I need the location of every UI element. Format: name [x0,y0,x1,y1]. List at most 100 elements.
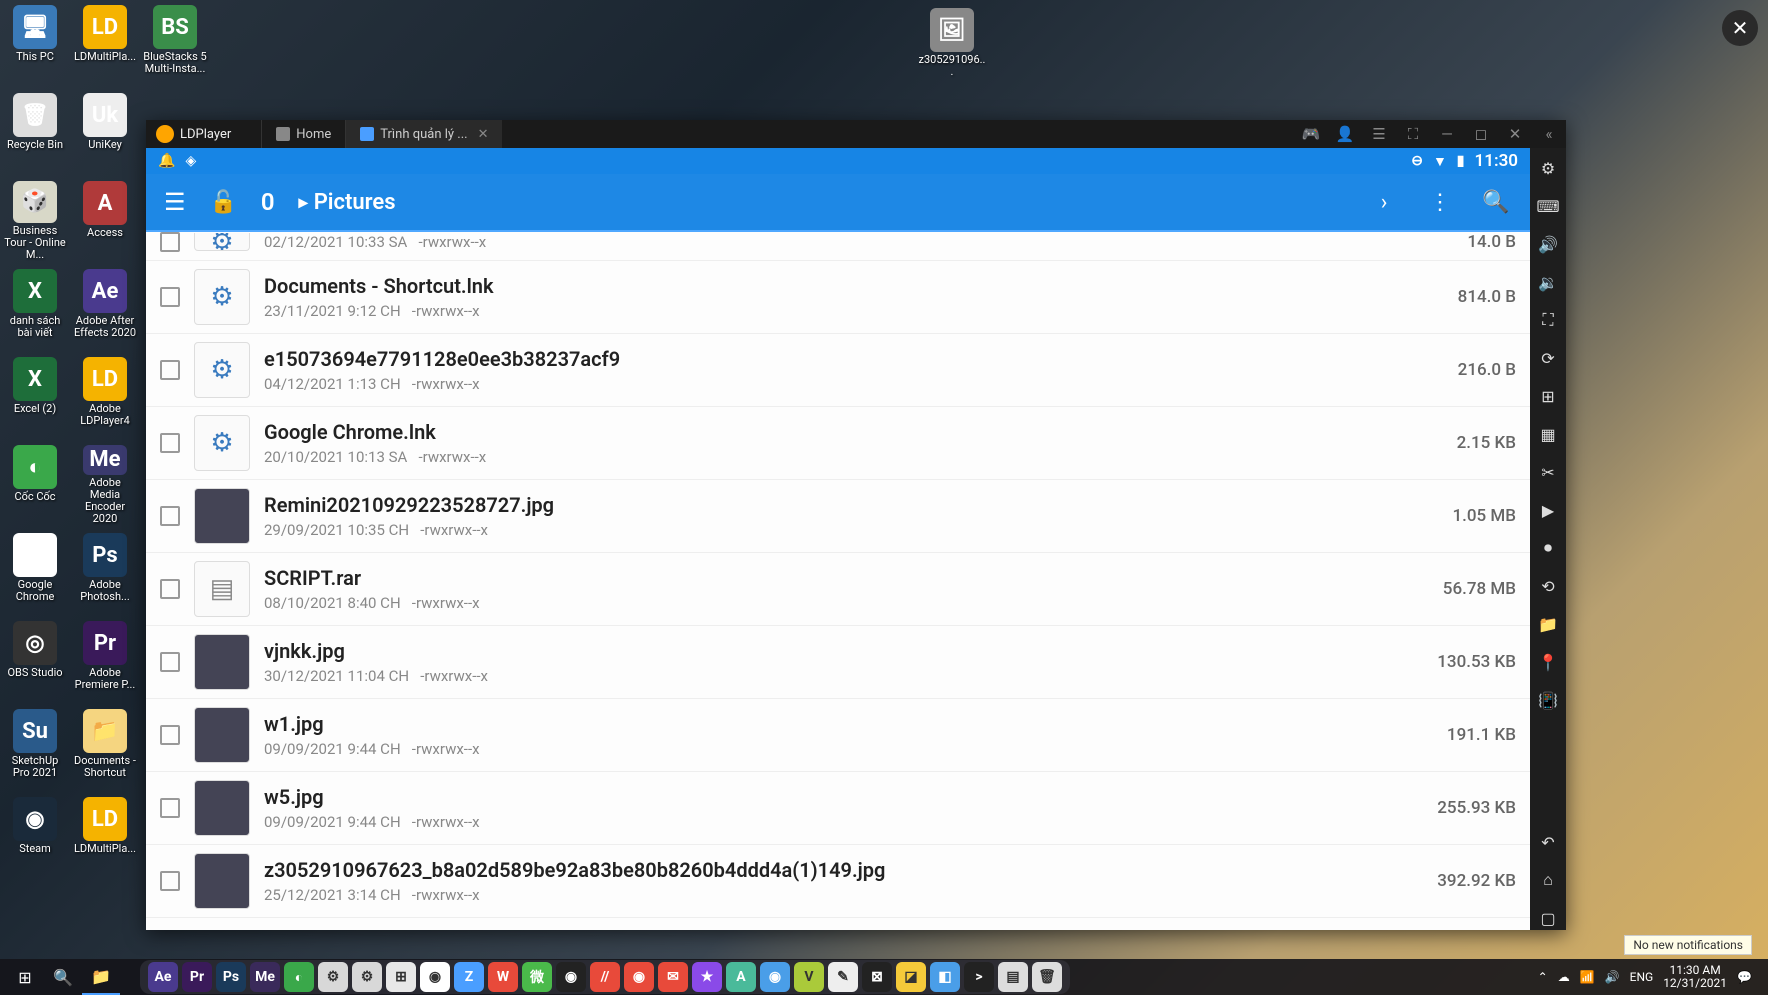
file-checkbox[interactable] [160,232,180,252]
desktop-icon-z305[interactable]: 🖼 z305291096... [920,8,984,88]
dock-app[interactable]: ⊠ [862,962,892,992]
dock-app[interactable]: 微 [522,962,552,992]
tray-chevron-up-icon[interactable]: ⌃ [1538,970,1548,984]
file-checkbox[interactable] [160,798,180,818]
desktop-icon[interactable]: 🗑Recycle Bin [3,93,67,173]
desktop-icon[interactable]: BSBlueStacks 5 Multi-Insta... [143,5,207,85]
play-icon[interactable]: ▶ [1536,498,1560,522]
close-button[interactable]: ✕ [1498,120,1532,148]
file-checkbox[interactable] [160,579,180,599]
file-checkbox[interactable] [160,725,180,745]
home-nav-icon[interactable]: ⌂ [1536,868,1560,892]
dock-app[interactable]: Pr [182,962,212,992]
desktop-icon[interactable]: XExcel (2) [3,357,67,437]
fullscreen2-icon[interactable]: ⛶ [1536,308,1560,332]
dock-app[interactable]: ◧ [930,962,960,992]
search-button[interactable]: 🔍 [1480,190,1512,215]
desktop-icon[interactable]: PsAdobe Photosh... [73,533,137,613]
desktop-icon[interactable]: 🎲Business Tour - Online M... [3,181,67,261]
dock-app[interactable]: ▤ [998,962,1028,992]
dock-app[interactable]: ◉ [420,962,450,992]
dock-app[interactable]: Ae [148,962,178,992]
multi-icon[interactable]: ⊞ [1536,384,1560,408]
sync-icon[interactable]: ⟳ [1536,346,1560,370]
file-row[interactable]: w1.jpg 09/09/2021 9:44 CH -rwxrwx--x 191… [146,699,1530,772]
close-overlay-button[interactable]: ✕ [1722,10,1758,46]
dock-app[interactable]: ✎ [828,962,858,992]
desktop-icon[interactable]: LDLDMultiPla... [73,797,137,877]
explorer-taskbar[interactable]: 📁 [82,959,120,995]
desktop-icon[interactable]: AeAdobe After Effects 2020 [73,269,137,349]
file-row[interactable]: w5.jpg 09/09/2021 9:44 CH -rwxrwx--x 255… [146,772,1530,845]
tray-onedrive-icon[interactable]: ☁ [1558,970,1570,984]
dock-app[interactable]: Z [454,962,484,992]
file-checkbox[interactable] [160,287,180,307]
dock-app[interactable]: ◉ [556,962,586,992]
volume-up-icon[interactable]: 🔊 [1536,232,1560,256]
lock-icon[interactable]: 🔓 [210,190,237,215]
tray-volume-icon[interactable]: 🔊 [1605,970,1620,984]
menu-icon[interactable]: ☰ [1362,120,1396,148]
dock-app[interactable]: ⊞ [386,962,416,992]
keyboard-icon[interactable]: ▦ [1536,422,1560,446]
volume-down-icon[interactable]: 🔉 [1536,270,1560,294]
tab-file-manager[interactable]: Trình quản lý ... ✕ [345,120,502,148]
maximize-button[interactable]: ◻ [1464,120,1498,148]
dock-app[interactable]: ◐ [284,962,314,992]
dock-app[interactable]: ⚙ [352,962,382,992]
folder2-icon[interactable]: 📁 [1536,612,1560,636]
forward-button[interactable]: › [1368,190,1400,215]
file-row[interactable]: ⚙ Google Chrome.lnk 20/10/2021 10:13 SA … [146,407,1530,480]
gamepad-icon[interactable]: 🎮 [1294,120,1328,148]
dock-app[interactable]: ★ [692,962,722,992]
file-row[interactable]: z3052910967623_b8a02d589be92a83be80b8260… [146,845,1530,918]
desktop-icon[interactable]: ◎OBS Studio [3,621,67,701]
file-row[interactable]: ⚙ 02/12/2021 10:33 SA -rwxrwx--x 14.0 B [146,232,1530,261]
account-icon[interactable]: 👤 [1328,120,1362,148]
desktop-icon[interactable]: 🖥This PC [3,5,67,85]
desktop-icon[interactable]: SuSketchUp Pro 2021 [3,709,67,789]
dock-app[interactable]: ✉ [658,962,688,992]
file-row[interactable]: vjnkk.jpg 30/12/2021 11:04 CH -rwxrwx--x… [146,626,1530,699]
desktop-icon[interactable]: MeAdobe Media Encoder 2020 [73,445,137,525]
tray-network-icon[interactable]: 📶 [1580,970,1595,984]
minimize-button[interactable]: — [1430,120,1464,148]
hamburger-menu[interactable]: ☰ [164,188,186,216]
desktop-icon[interactable]: PrAdobe Premiere P... [73,621,137,701]
file-row[interactable]: ⚙ e15073694e7791128e0ee3b38237acf9 04/12… [146,334,1530,407]
dock-app[interactable]: W [488,962,518,992]
file-list[interactable]: ⚙ 02/12/2021 10:33 SA -rwxrwx--x 14.0 B … [146,232,1530,930]
desktop-icon[interactable]: Xdanh sách bài viết [3,269,67,349]
dock-app[interactable]: Ps [216,962,246,992]
fullscreen-icon[interactable]: ⛶ [1396,120,1430,148]
dock-app[interactable]: V [794,962,824,992]
tray-notifications-icon[interactable]: 💬 [1737,970,1752,984]
file-checkbox[interactable] [160,652,180,672]
settings-icon[interactable]: ⚙ [1536,156,1560,180]
dock-app[interactable]: A [726,962,756,992]
dock-app[interactable]: ◪ [896,962,926,992]
desktop-icon[interactable]: LDAdobe LDPlayer4 [73,357,137,437]
dock-app[interactable]: // [590,962,620,992]
tray-clock[interactable]: 11:30 AM 12/31/2021 [1663,964,1727,990]
dock-app[interactable]: ◉ [760,962,790,992]
file-checkbox[interactable] [160,871,180,891]
desktop-icon[interactable]: UkUniKey [73,93,137,173]
more-options-button[interactable]: ⋮ [1424,190,1456,215]
file-checkbox[interactable] [160,360,180,380]
file-row[interactable]: ⚙ Documents - Shortcut.lnk 23/11/2021 9:… [146,261,1530,334]
tab-home[interactable]: Home [261,120,345,148]
desktop-icon[interactable]: ◉Steam [3,797,67,877]
desktop-icon[interactable]: LDLDMultiPla... [73,5,137,85]
start-button[interactable]: ⊞ [6,959,44,995]
tray-language[interactable]: ENG [1630,970,1654,984]
file-row[interactable]: ▤ SCRIPT.rar 08/10/2021 8:40 CH -rwxrwx-… [146,553,1530,626]
dock-app[interactable]: ◉ [624,962,654,992]
dock-app[interactable]: > [964,962,994,992]
desktop-icon[interactable]: 📁Documents - Shortcut [73,709,137,789]
shake-icon[interactable]: 📳 [1536,688,1560,712]
desktop-icon[interactable]: ◉Google Chrome [3,533,67,613]
desktop-icon[interactable]: ◐Cốc Cốc [3,445,67,525]
dock-app[interactable]: 🗑 [1032,962,1062,992]
dock-app[interactable]: ⚙ [318,962,348,992]
